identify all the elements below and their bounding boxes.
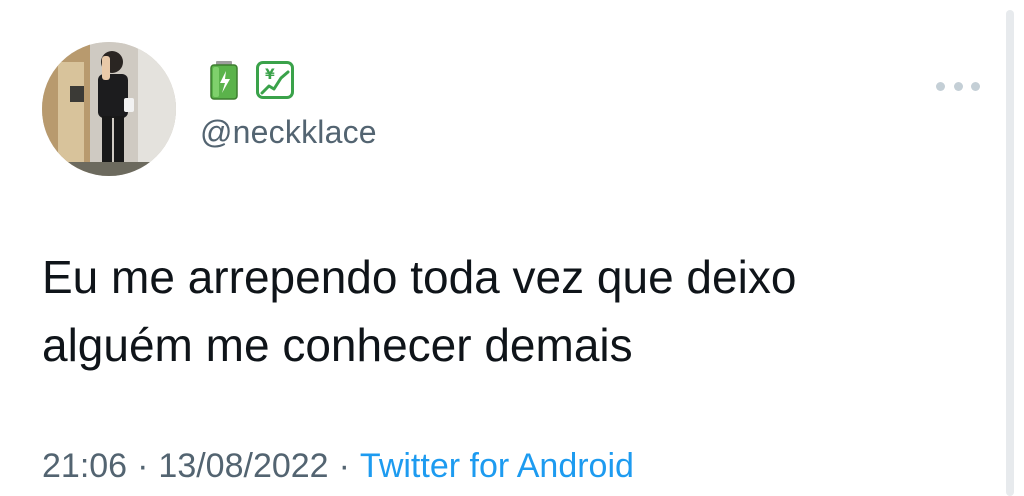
battery-icon bbox=[205, 60, 245, 100]
tweet-date: 13/08/2022 bbox=[158, 447, 329, 485]
more-dot bbox=[936, 81, 945, 91]
yen-chart-icon: ¥ bbox=[255, 60, 295, 100]
tweet-text: Eu me arrependo toda vez que deixo algué… bbox=[42, 243, 972, 379]
tweet-text-line: alguém me conhecer demais bbox=[42, 319, 633, 371]
avatar-photo bbox=[42, 42, 176, 176]
svg-text:¥: ¥ bbox=[265, 67, 275, 83]
more-dot bbox=[953, 81, 963, 91]
profile-badges: ¥ bbox=[205, 60, 295, 100]
separator: · bbox=[338, 447, 350, 485]
tweet-card: ¥ @neckklace Eu me arrependo toda vez qu… bbox=[0, 0, 1024, 496]
more-options-icon[interactable] bbox=[936, 76, 980, 96]
tweet-time: 21:06 bbox=[42, 447, 128, 485]
avatar[interactable] bbox=[42, 42, 176, 176]
more-dot bbox=[971, 81, 980, 91]
separator: · bbox=[137, 447, 149, 485]
tweet-metadata: 21:06 · 13/08/2022 · Twitter for Android bbox=[42, 447, 634, 486]
tweet-source-link[interactable]: Twitter for Android bbox=[360, 447, 634, 485]
tweet-text-line: Eu me arrependo toda vez que deixo bbox=[42, 251, 797, 303]
scrollbar[interactable] bbox=[1006, 10, 1014, 496]
user-handle[interactable]: @neckklace bbox=[200, 114, 377, 151]
